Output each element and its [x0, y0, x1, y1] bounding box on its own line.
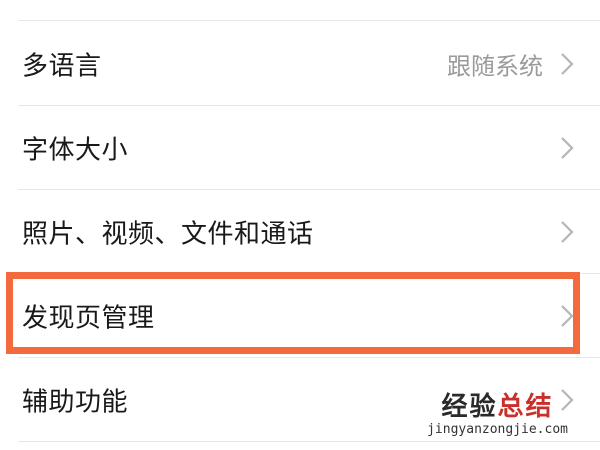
- settings-row-discover-management[interactable]: 发现页管理: [0, 274, 600, 358]
- settings-row-accessibility[interactable]: 辅助功能: [0, 358, 600, 442]
- settings-row-font-size[interactable]: 字体大小: [0, 106, 600, 190]
- row-value: 跟随系统: [447, 52, 543, 81]
- row-divider: [18, 441, 600, 442]
- chevron-right-icon: [561, 137, 574, 159]
- settings-row-language[interactable]: 多语言 跟随系统: [0, 22, 600, 106]
- chevron-right-icon: [561, 305, 574, 327]
- top-divider: [18, 20, 600, 21]
- row-label: 多语言: [22, 51, 102, 82]
- row-label: 字体大小: [22, 135, 129, 166]
- row-label: 辅助功能: [22, 387, 129, 418]
- row-label: 发现页管理: [22, 303, 155, 334]
- chevron-right-icon: [561, 53, 574, 75]
- settings-row-media-files-calls[interactable]: 照片、视频、文件和通话: [0, 190, 600, 274]
- chevron-right-icon: [561, 221, 574, 243]
- chevron-right-icon: [561, 389, 574, 411]
- settings-screen: 多语言 跟随系统 字体大小 照片、视频、文件和通话 发现页管理 辅助功能 经验总…: [0, 0, 600, 450]
- row-label: 照片、视频、文件和通话: [22, 219, 314, 250]
